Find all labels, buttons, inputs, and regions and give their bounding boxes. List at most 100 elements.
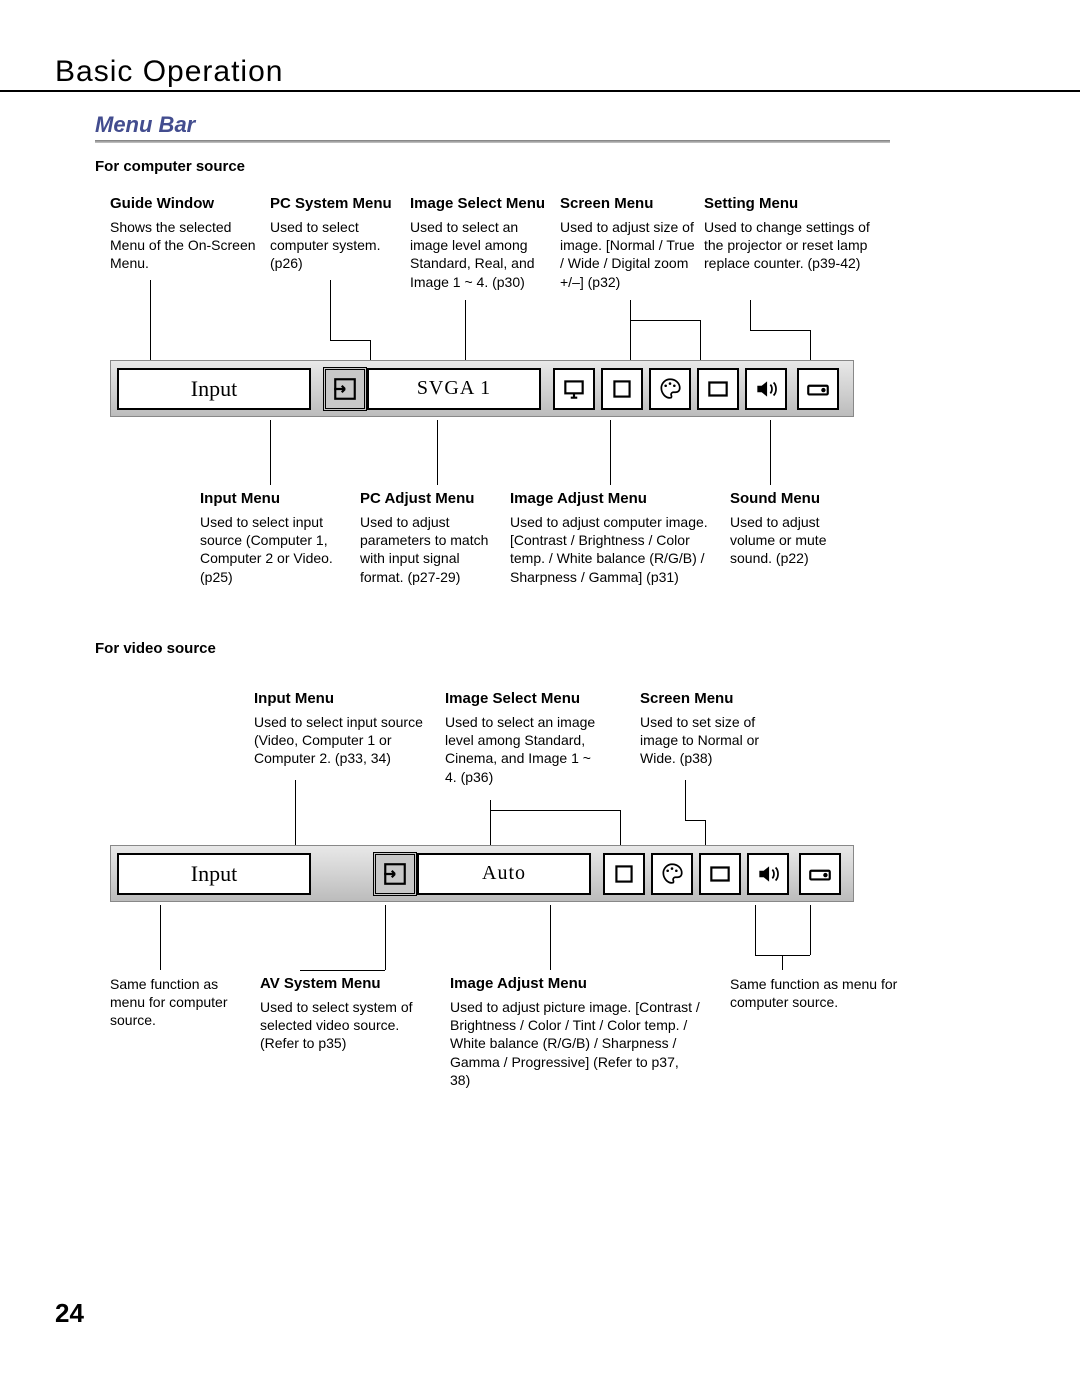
header-rule xyxy=(0,90,1080,92)
image-select-icon xyxy=(601,368,643,410)
callout-input-menu: Input Menu Used to select input source (… xyxy=(200,490,360,586)
arrow-into-box-icon xyxy=(382,861,408,887)
leader xyxy=(550,905,551,970)
leader xyxy=(620,810,621,845)
leader xyxy=(610,420,611,485)
system-box: Auto xyxy=(417,853,591,895)
screen-menu-icon xyxy=(699,853,741,895)
callout-text: Used to select input source (Computer 1,… xyxy=(200,513,360,586)
screen-icon xyxy=(705,376,731,402)
sound-menu-icon xyxy=(745,368,787,410)
guide-window-box: Input xyxy=(117,368,311,410)
callout-input-video: Input Menu Used to select input source (… xyxy=(254,690,434,768)
setting-menu-icon xyxy=(797,368,839,410)
leader xyxy=(150,280,151,360)
leader xyxy=(750,330,810,331)
speaker-icon xyxy=(753,376,779,402)
callout-text: Used to adjust parameters to match with … xyxy=(360,513,500,586)
callout-title: Sound Menu xyxy=(730,490,855,507)
page-header: Basic Operation xyxy=(55,55,283,89)
leader xyxy=(490,810,620,811)
callout-image-adjust-video: Image Adjust Menu Used to adjust picture… xyxy=(450,975,700,1089)
leader xyxy=(630,300,631,360)
leader xyxy=(700,320,701,360)
guide-window-box: Input xyxy=(117,853,311,895)
leader xyxy=(330,280,331,340)
leader xyxy=(755,905,756,955)
callout-text: Same function as menu for computer sourc… xyxy=(110,975,255,1030)
screen-menu-icon xyxy=(697,368,739,410)
system-box: SVGA 1 xyxy=(367,368,541,410)
callout-title: PC Adjust Menu xyxy=(360,490,500,507)
callout-sound: Sound Menu Used to adjust volume or mute… xyxy=(730,490,855,568)
callout-title: AV System Menu xyxy=(260,975,420,992)
callout-screen-video: Screen Menu Used to set size of image to… xyxy=(640,690,780,768)
leader xyxy=(465,300,466,360)
callout-av-system: AV System Menu Used to select system of … xyxy=(260,975,420,1053)
callout-pc-adjust: PC Adjust Menu Used to adjust parameters… xyxy=(360,490,500,586)
callout-text: Same function as menu for computer sourc… xyxy=(730,975,900,1011)
callout-title: Input Menu xyxy=(200,490,360,507)
input-menu-icon xyxy=(373,852,417,896)
leader xyxy=(295,780,296,845)
callout-pc-system: PC System Menu Used to select computer s… xyxy=(270,195,410,273)
page: { "header": "Basic Operation", "section"… xyxy=(0,0,1080,1397)
callout-text: Used to adjust picture image. [Contrast … xyxy=(450,998,700,1089)
callout-title: Image Select Menu xyxy=(445,690,605,707)
callout-title: Setting Menu xyxy=(704,195,889,212)
callout-same2: Same function as menu for computer sourc… xyxy=(730,975,900,1011)
projector-icon xyxy=(807,861,833,887)
setting-menu-icon xyxy=(799,853,841,895)
video-menubar: Input Auto xyxy=(110,845,854,902)
arrow-into-box-icon xyxy=(332,376,358,402)
callout-text: Used to change settings of the projector… xyxy=(704,218,889,273)
palette-icon xyxy=(657,376,683,402)
callout-setting: Setting Menu Used to change settings of … xyxy=(704,195,889,273)
callout-text: Used to select computer system. (p26) xyxy=(270,218,410,273)
callout-text: Shows the selected Menu of the On-Screen… xyxy=(110,218,265,273)
callout-title: Image Select Menu xyxy=(410,195,555,212)
callout-text: Used to select an image level among Stan… xyxy=(410,218,555,291)
callout-image-select-video: Image Select Menu Used to select an imag… xyxy=(445,690,605,786)
speaker-icon xyxy=(755,861,781,887)
leader xyxy=(300,970,385,971)
callout-image-select: Image Select Menu Used to select an imag… xyxy=(410,195,555,291)
page-number: 24 xyxy=(55,1298,84,1329)
section-rule xyxy=(95,140,890,143)
input-menu-icon xyxy=(323,367,367,411)
computer-heading: For computer source xyxy=(95,158,245,175)
callout-text: Used to select system of selected video … xyxy=(260,998,420,1053)
leader xyxy=(330,340,370,341)
square-icon xyxy=(609,376,635,402)
callout-guide-window: Guide Window Shows the selected Menu of … xyxy=(110,195,265,273)
pc-adjust-icon xyxy=(553,368,595,410)
leader xyxy=(160,905,161,970)
leader xyxy=(770,420,771,485)
callout-text: Used to set size of image to Normal or W… xyxy=(640,713,780,768)
leader xyxy=(782,955,783,970)
leader xyxy=(630,320,700,321)
callout-title: Guide Window xyxy=(110,195,265,212)
callout-title: Screen Menu xyxy=(560,195,700,212)
image-select-icon xyxy=(603,853,645,895)
callout-title: Image Adjust Menu xyxy=(450,975,700,992)
callout-text: Used to adjust volume or mute sound. (p2… xyxy=(730,513,855,568)
screen-icon xyxy=(707,861,733,887)
leader xyxy=(270,420,271,485)
leader xyxy=(370,340,371,360)
callout-screen: Screen Menu Used to adjust size of image… xyxy=(560,195,700,291)
image-adjust-icon xyxy=(651,853,693,895)
leader xyxy=(705,820,706,845)
video-heading: For video source xyxy=(95,640,216,657)
callout-text: Used to select an image level among Stan… xyxy=(445,713,605,786)
leader xyxy=(810,330,811,360)
palette-icon xyxy=(659,861,685,887)
leader xyxy=(385,905,386,970)
leader xyxy=(750,300,751,330)
sound-menu-icon xyxy=(747,853,789,895)
callout-title: Screen Menu xyxy=(640,690,780,707)
leader xyxy=(490,800,491,845)
callout-title: Image Adjust Menu xyxy=(510,490,720,507)
leader xyxy=(685,780,686,820)
callout-text: Used to select input source (Video, Comp… xyxy=(254,713,434,768)
